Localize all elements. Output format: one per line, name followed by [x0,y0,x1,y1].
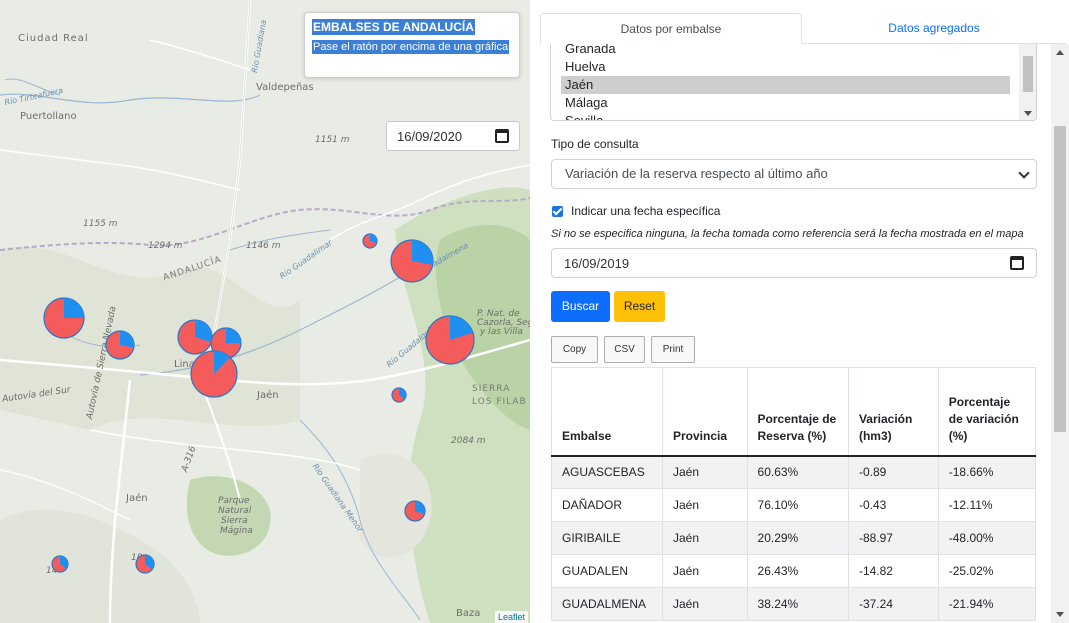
table-cell: 20.29% [746,521,849,555]
query-type-select[interactable]: Variación de la reserva respecto al últi… [551,159,1037,189]
table-cell: Jaén [661,455,748,489]
reservoir-pie-marker[interactable] [404,500,426,522]
map-info-title: EMBALSES DE ANDALUCÍA [312,19,475,35]
table-cell: DAÑADOR [551,488,663,522]
panel-scrollbar-thumb[interactable] [1054,126,1066,432]
table-cell: -0.89 [847,455,939,489]
reservoir-pie-marker[interactable] [190,350,238,398]
tab-datos-por-embalse[interactable]: Datos por embalse [540,13,802,44]
table-cell: 26.43% [746,554,849,588]
table-row: AGUASCEBAS Jaén 60.63% -0.89 -18.66% [551,455,1037,489]
pie-slice[interactable] [120,331,134,348]
table-cell: 38.24% [746,587,849,621]
leaflet-attribution-link[interactable]: Leaflet [494,611,528,623]
table-cell: Jaén [661,587,748,621]
table-row: GUADALMENA Jaén 38.24% -37.24 -21.94% [551,587,1037,621]
province-option[interactable]: Sevilla [551,112,1036,120]
specific-date-label: Indicar una fecha específica [571,204,721,218]
specific-date-row: Indicar una fecha específica [552,204,720,218]
query-type-label: Tipo de consulta [551,137,639,151]
print-button[interactable]: Print [651,336,695,363]
listbox-scrollbar-thumb[interactable] [1023,56,1033,92]
table-cell: -48.00% [937,521,1037,555]
table-row: GIRIBAILE Jaén 20.29% -88.97 -48.00% [551,521,1037,555]
reservoir-pie-marker[interactable] [390,239,434,283]
province-option[interactable]: Jaén [561,76,1010,94]
calendar-icon[interactable] [495,129,509,143]
reservoir-pie-marker[interactable] [362,233,378,249]
specific-date-value: 16/09/2019 [564,255,630,271]
tab-bar: Datos por embalse Datos agregados [540,13,1066,44]
calendar-icon[interactable] [1010,256,1024,270]
table-cell: 60.63% [746,455,849,489]
reservoir-table: Embalse Provincia Porcentaje de Reserva (%… [551,367,1037,621]
table-cell: -21.94% [937,587,1037,621]
table-row: GUADALEN Jaén 26.43% -14.82 -25.02% [551,554,1037,588]
table-cell: Jaén [661,488,748,522]
reservoir-pie-marker[interactable] [105,330,135,360]
panel-scrollbar[interactable] [1051,44,1069,623]
table-cell: GUADALMENA [551,587,663,621]
reservoir-pie-marker[interactable] [51,555,69,573]
pie-slice[interactable] [412,239,433,265]
table-cell: -88.97 [847,521,939,555]
specific-date-checkbox[interactable] [552,205,563,217]
reservoir-pie-marker[interactable] [391,387,407,403]
map-info-hint: Pase el ratón por encima de una gráfica [312,40,510,54]
specific-date-input[interactable]: 16/09/2019 [551,248,1037,278]
table-header[interactable]: Porcentaje de Reserva (%) [746,367,849,457]
scroll-down-icon[interactable] [1056,612,1064,617]
map[interactable]: Ciudad Real Puertollano Valdepeñas ANDAL… [0,0,530,623]
reservoir-pie-layer [43,233,475,574]
reservoir-pie-marker[interactable] [177,319,213,355]
table-cell: AGUASCEBAS [551,455,663,489]
table-cell: Jaén [661,554,748,588]
table-cell: -14.82 [847,554,939,588]
listbox-scrollbar[interactable] [1019,44,1036,120]
scroll-up-icon[interactable] [1056,50,1064,55]
province-option[interactable]: Granada [551,44,1036,58]
data-panel: Datos por embalse Datos agregados Granad… [530,0,1069,623]
table-header[interactable]: Provincia [661,367,748,457]
tab-datos-agregados[interactable]: Datos agregados [802,13,1066,44]
listbox-scroll-down-icon[interactable] [1024,111,1032,116]
pie-slice[interactable] [64,298,84,318]
table-row: DAÑADOR Jaén 76.10% -0.43 -12.11% [551,488,1037,522]
map-date-input[interactable]: 16/09/2020 [386,121,520,151]
csv-button[interactable]: CSV [604,336,645,363]
table-cell: -18.66% [937,455,1037,489]
chevron-down-icon [1018,167,1030,179]
map-date-value: 16/09/2020 [397,128,463,144]
reset-button[interactable]: Reset [614,291,665,322]
province-option[interactable]: Huelva [551,58,1036,76]
table-cell: -37.24 [847,587,939,621]
pie-slice[interactable] [226,328,241,343]
search-button[interactable]: Buscar [551,291,610,322]
specific-date-note: Si no se especifica ninguna, la fecha to… [551,228,1024,240]
copy-button[interactable]: Copy [551,336,598,363]
table-cell: -0.43 [847,488,939,522]
map-info-box: EMBALSES DE ANDALUCÍA Pase el ratón por … [304,12,520,78]
table-header[interactable]: Porcentaje de variación (%) [937,367,1037,457]
table-cell: GIRIBAILE [551,521,663,555]
table-cell: -12.11% [937,488,1037,522]
table-cell: GUADALEN [551,554,663,588]
query-type-value: Variación de la reserva respecto al últi… [565,166,828,181]
reservoir-pie-marker[interactable] [425,315,475,365]
table-header[interactable]: Variación (hm3) [847,367,939,457]
province-option[interactable]: Málaga [551,94,1036,112]
province-listbox[interactable]: Granada Huelva Jaén Málaga Sevilla [550,44,1037,121]
reservoir-pie-marker[interactable] [135,554,155,574]
reservoir-pie-marker[interactable] [43,297,85,339]
table-cell: 76.10% [746,488,849,522]
table-header[interactable]: Embalse [551,367,663,457]
table-cell: -25.02% [937,554,1037,588]
table-cell: Jaén [661,521,748,555]
